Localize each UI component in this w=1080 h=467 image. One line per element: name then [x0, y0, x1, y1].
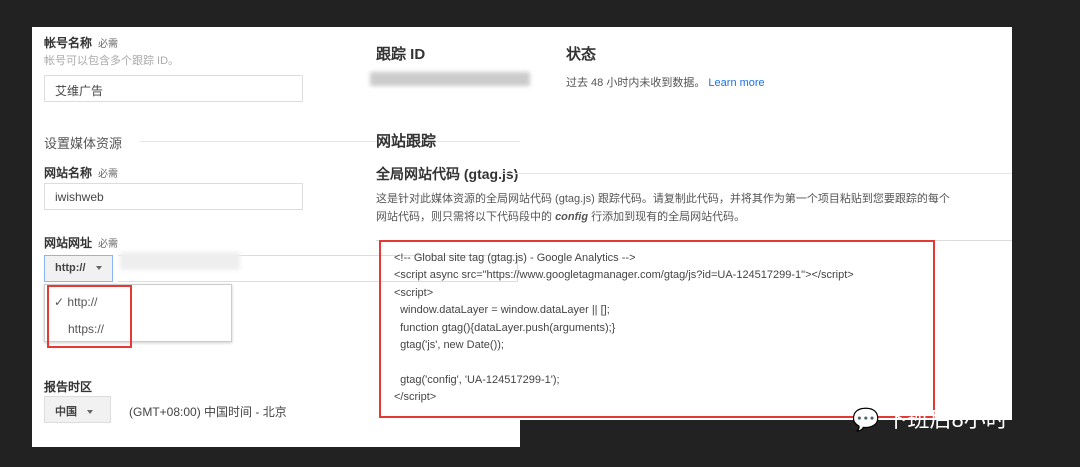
- country-dropdown[interactable]: 中国: [44, 396, 111, 423]
- divider: [140, 141, 520, 142]
- wechat-icon: 💬: [852, 407, 880, 432]
- learn-more-link[interactable]: Learn more: [708, 77, 764, 89]
- status-text: 过去 48 小时内未收到数据。 Learn more: [566, 77, 765, 89]
- chevron-down-icon: [87, 410, 93, 415]
- account-name-label: 帐号名称 必需: [44, 36, 119, 50]
- site-name-input[interactable]: iwishweb: [44, 183, 303, 210]
- gtag-title: 全局网站代码 (gtag.js): [376, 166, 519, 182]
- menu-item-https[interactable]: https://: [68, 322, 104, 336]
- check-icon: ✓: [54, 295, 65, 309]
- status-label: 状态: [566, 46, 597, 63]
- timezone-select[interactable]: (GMT+08:00) 中国时间 - 北京: [129, 403, 287, 420]
- divider: [500, 173, 1012, 174]
- property-section-title: 设置媒体资源: [44, 136, 123, 151]
- gtag-description-2: 网站代码，则只需将以下代码段中的 config 行添加到现有的全局网站代码。: [376, 211, 746, 223]
- gtag-code-box[interactable]: <!-- Global site tag (gtag.js) - Google …: [379, 240, 935, 418]
- timezone-label: 报告时区: [44, 380, 93, 394]
- watermark: 💬 下班后8小时: [852, 407, 1008, 432]
- account-hint: 帐号可以包含多个跟踪 ID。: [44, 55, 180, 67]
- site-name-label: 网站名称 必需: [44, 166, 119, 180]
- website-tracking-title: 网站跟踪: [376, 133, 437, 150]
- tracking-id-label: 跟踪 ID: [376, 46, 426, 63]
- account-name-input[interactable]: 艾维广告: [44, 75, 303, 102]
- chevron-down-icon: [95, 266, 102, 271]
- redacted-url: [120, 252, 240, 270]
- redacted-tracking-id: [370, 72, 530, 86]
- gtag-description: 这是针对此媒体资源的全局网站代码 (gtag.js) 跟踪代码。请复制此代码，并…: [376, 193, 950, 205]
- site-url-label: 网站网址 必需: [44, 236, 119, 250]
- protocol-dropdown[interactable]: http://: [44, 255, 113, 282]
- menu-item-http[interactable]: ✓ http://: [54, 295, 97, 309]
